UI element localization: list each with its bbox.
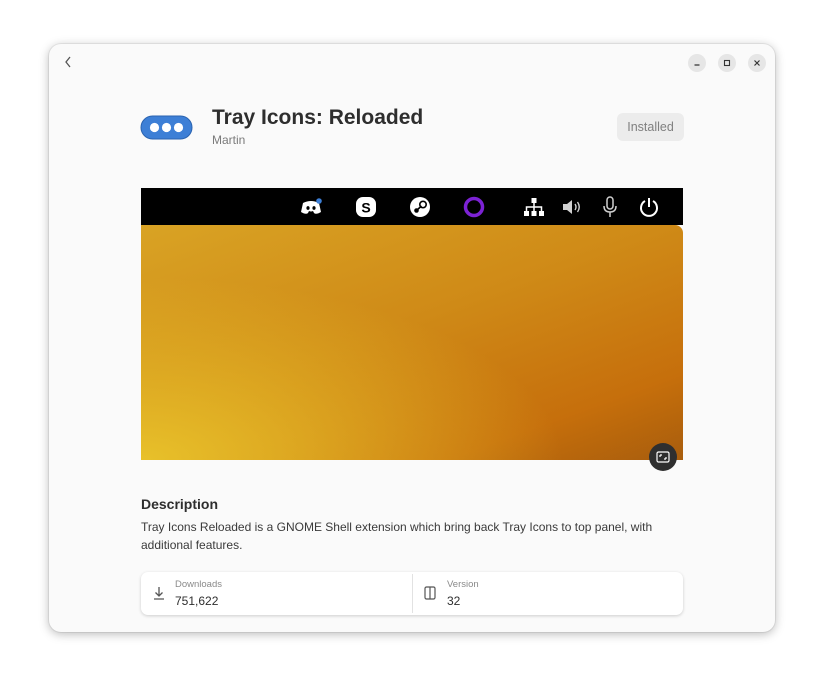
description-text: Tray Icons Reloaded is a GNOME Shell ext… — [141, 520, 653, 552]
downloads-label: Downloads — [175, 579, 222, 590]
app-title: Tray Icons: Reloaded — [212, 106, 424, 129]
steam-icon — [409, 196, 431, 218]
volume-icon — [561, 196, 583, 218]
download-icon — [154, 587, 164, 600]
version-icon — [424, 586, 436, 600]
version-label: Version — [447, 579, 479, 590]
app-details-window: Tray Icons: Reloaded Martin Installed S — [49, 44, 775, 632]
three-dots-pill-icon — [140, 115, 193, 140]
screenshot-wallpaper — [141, 225, 683, 460]
fullscreen-icon — [656, 451, 670, 463]
back-button[interactable] — [59, 53, 77, 71]
minimize-icon — [694, 64, 700, 66]
description-heading: Description — [141, 496, 219, 512]
microphone-icon — [599, 196, 621, 218]
discord-icon — [300, 196, 322, 218]
app-author: Martin — [212, 133, 246, 147]
downloads-value: 751,622 — [175, 594, 219, 608]
power-icon — [638, 196, 660, 218]
svg-text:S: S — [361, 200, 370, 216]
maximize-icon — [723, 59, 731, 67]
app-screenshot: S — [141, 188, 683, 460]
back-icon — [65, 56, 71, 68]
fullscreen-button[interactable] — [649, 443, 677, 471]
version-value: 32 — [447, 594, 461, 608]
network-icon — [523, 196, 545, 218]
close-button[interactable] — [748, 54, 766, 72]
ring-icon — [463, 196, 485, 218]
details-card: Downloads 751,622 Version 32 — [141, 572, 683, 615]
skype-icon: S — [355, 196, 377, 218]
maximize-button[interactable] — [718, 54, 736, 72]
details-divider — [412, 574, 413, 613]
installed-button[interactable]: Installed — [617, 113, 684, 141]
close-icon — [754, 60, 760, 66]
minimize-button[interactable] — [688, 54, 706, 72]
